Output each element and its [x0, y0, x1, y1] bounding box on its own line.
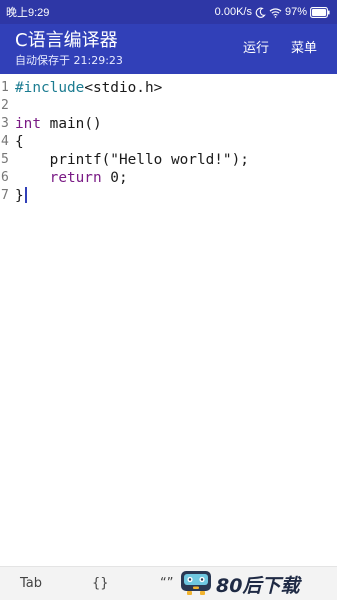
code-text: 0;	[101, 170, 128, 186]
wifi-icon	[269, 7, 282, 18]
code-text: {	[15, 134, 24, 150]
status-time: 晚上9:29	[6, 7, 50, 19]
code-line[interactable]: 1 #include<stdio.h>	[0, 79, 337, 97]
line-code[interactable]: int main()	[15, 115, 102, 133]
line-number: 7	[1, 188, 9, 203]
line-code[interactable]: printf("Hello world!");	[15, 151, 249, 169]
code-line[interactable]: 4 {	[0, 133, 337, 151]
code-text: printf("Hello world!");	[49, 152, 249, 168]
code-line[interactable]: 5 printf("Hello world!");	[0, 151, 337, 169]
code-line[interactable]: 7 }	[0, 187, 337, 205]
line-number: 3	[1, 116, 9, 131]
line-number: 6	[1, 170, 9, 185]
keyword-token: int	[15, 116, 41, 132]
line-number: 5	[1, 152, 9, 167]
watermark-text: 80后下载	[216, 574, 300, 597]
menu-button[interactable]: 菜单	[291, 38, 317, 60]
network-speed: 0.00K/s	[214, 6, 252, 18]
preprocessor-token: #include	[15, 80, 85, 96]
line-number: 4	[1, 134, 9, 149]
screen: 晚上9:29 0.00K/s 97% C语言编译器 自动保存于 21:29:23…	[0, 0, 337, 600]
quote-key-button[interactable]: “”	[160, 573, 173, 595]
app-bar: C语言编译器 自动保存于 21:29:23 运行 菜单	[0, 24, 337, 74]
line-code[interactable]: return 0;	[15, 169, 128, 187]
battery-percent: 97%	[284, 6, 307, 18]
tab-key-button[interactable]: Tab	[20, 573, 42, 595]
code-line[interactable]: 6 return 0;	[0, 169, 337, 187]
watermark: 80后下载	[178, 567, 337, 600]
code-line[interactable]: 3 int main()	[0, 115, 337, 133]
code-text: main()	[41, 116, 102, 132]
app-title: C语言编译器	[15, 30, 118, 51]
line-code[interactable]: {	[15, 133, 24, 151]
save-status: 自动保存于 21:29:23	[15, 54, 123, 67]
status-bar: 晚上9:29 0.00K/s 97%	[0, 0, 337, 24]
keyword-token: return	[49, 170, 102, 186]
watermark-logo-icon	[178, 567, 214, 600]
run-button[interactable]: 运行	[243, 38, 269, 60]
moon-icon	[255, 7, 266, 18]
line-number: 2	[1, 98, 9, 113]
line-number: 1	[1, 80, 9, 95]
status-indicators: 0.00K/s 97%	[215, 6, 330, 18]
code-text: }	[15, 188, 24, 204]
code-editor[interactable]: 1 #include<stdio.h> 2 3 int main() 4 { 5…	[0, 79, 337, 559]
battery-icon	[310, 6, 330, 18]
code-text: <stdio.h>	[84, 80, 163, 96]
line-code[interactable]: #include<stdio.h>	[15, 79, 162, 97]
code-line[interactable]: 2	[0, 97, 337, 115]
brace-key-button[interactable]: {}	[92, 573, 109, 595]
line-code[interactable]: }	[15, 187, 27, 205]
text-cursor	[24, 187, 27, 203]
bottom-toolbar: Tab {} “” 80后下载	[0, 566, 337, 600]
